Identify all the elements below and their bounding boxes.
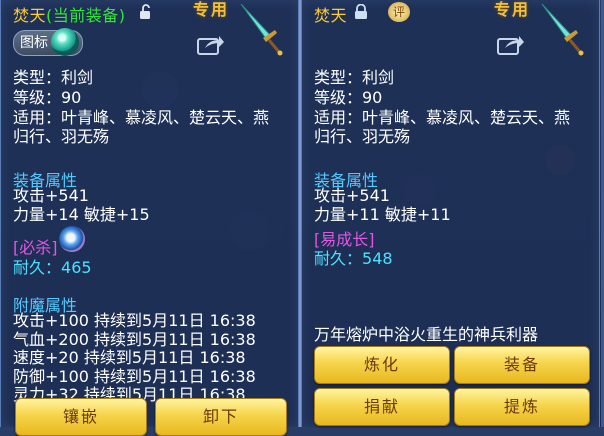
item-level: 等级：90 (314, 88, 383, 107)
item-name: 焚天(当前装备) (13, 6, 126, 25)
current-equipment-panel: 焚天(当前装备) 专用 图标 类型：利剑 等级：90 适用：叶青峰、慕凌风、楚云… (0, 0, 299, 436)
equip-button[interactable]: 装备 (454, 346, 590, 384)
item-suitable: 适用：叶青峰、慕凌风、楚云天、燕 (13, 108, 270, 127)
sword-icon (541, 3, 584, 56)
lock-open-icon[interactable] (139, 4, 153, 20)
share-icon[interactable] (497, 33, 525, 55)
orb-icon[interactable] (51, 28, 79, 56)
item-description: 万年熔炉中浴火重生的神兵利器 (314, 325, 539, 344)
enchant-item: 防御+100 持续到5月11日 16:38 (13, 367, 256, 386)
refine-button[interactable]: 炼化 (314, 346, 450, 384)
skill-icon[interactable] (59, 226, 85, 252)
extract-button[interactable]: 提炼 (454, 388, 590, 426)
lock-closed-icon[interactable] (354, 4, 368, 20)
equip-attr-str-agi: 力量+14 敏捷+15 (13, 205, 150, 224)
durability: 耐久：548 (314, 249, 393, 268)
item-name: 焚天 (314, 6, 348, 25)
exclusive-badge: 专用 (193, 0, 230, 19)
inlay-button[interactable]: 镶嵌 (15, 398, 147, 436)
item-type: 类型：利剑 (314, 68, 395, 87)
compare-equipment-panel: 焚天 评 专用 类型：利剑 等级：90 适用：叶青峰、慕凌风、楚云天、燕 归行、… (301, 0, 600, 427)
item-suitable: 适用：叶青峰、慕凌风、楚云天、燕 (314, 108, 571, 127)
share-icon[interactable] (197, 33, 225, 55)
item-suitable-cont: 归行、羽无殇 (314, 127, 411, 146)
rating-seal[interactable]: 评 (388, 2, 410, 22)
durability: 耐久：465 (13, 258, 92, 277)
enchant-item: 速度+20 持续到5月11日 16:38 (13, 348, 246, 367)
sword-icon (240, 3, 283, 56)
equip-attr-attack: 攻击+541 (314, 186, 390, 205)
item-level: 等级：90 (13, 88, 82, 107)
equipped-state: (当前装备) (46, 6, 126, 25)
exclusive-badge: 专用 (494, 0, 531, 19)
equip-attr-str-agi: 力量+11 敏捷+11 (314, 205, 451, 224)
enchant-item: 气血+200 持续到5月11日 16:38 (13, 330, 256, 349)
item-type: 类型：利剑 (13, 68, 94, 87)
equip-attr-attack: 攻击+541 (13, 186, 89, 205)
enchant-item: 攻击+100 持续到5月11日 16:38 (13, 311, 256, 330)
unequip-button[interactable]: 卸下 (155, 398, 287, 436)
donate-button[interactable]: 捐献 (314, 388, 450, 426)
item-suitable-cont: 归行、羽无殇 (13, 127, 110, 146)
